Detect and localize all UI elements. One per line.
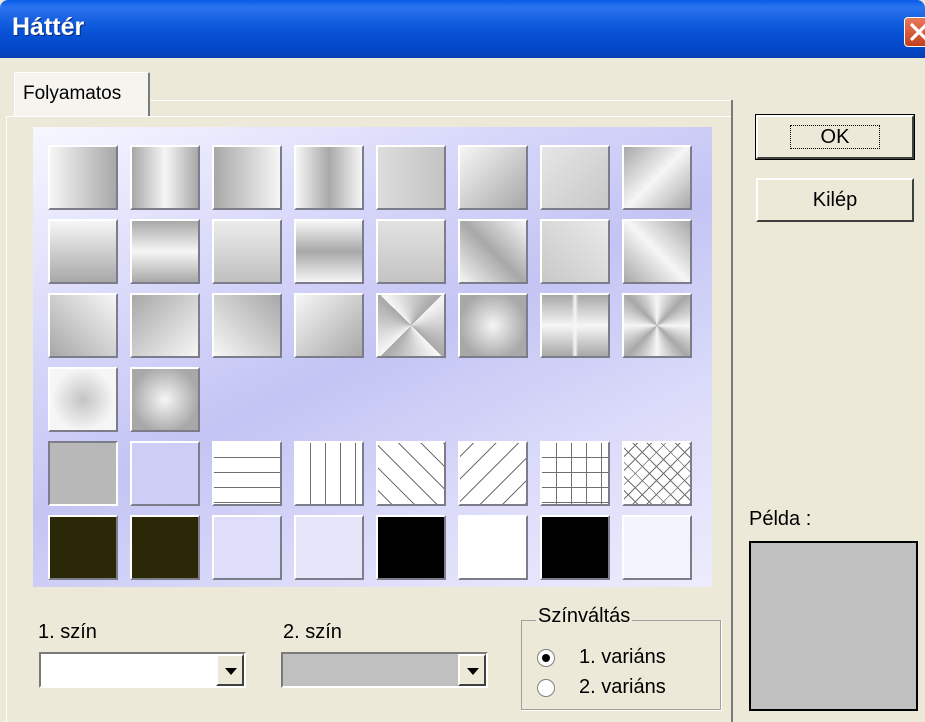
pattern-tile-grid[interactable] [540,441,610,506]
pattern-tile-corner-bl[interactable] [48,293,118,358]
pattern-tile-crosshatch[interactable] [622,441,692,506]
close-button[interactable] [904,17,925,47]
radio-dot [542,654,550,662]
pattern-tile-solid-black[interactable] [376,515,446,580]
close-icon [910,23,925,41]
pattern-tile-solid-lavender-2[interactable] [212,515,282,580]
pattern-tile-corner-tl[interactable] [130,293,200,358]
chevron-down-icon[interactable] [458,654,486,686]
color2-label: 2. szín [283,621,342,643]
pattern-tile-solid-white[interactable] [458,515,528,580]
window-title: Háttér [12,13,85,41]
pattern-tile-grad-h-center[interactable] [130,145,200,210]
variant-1-radio[interactable] [537,649,555,667]
pattern-tile-grad-diag-band[interactable] [622,145,692,210]
pattern-tile-solid-lavender-3[interactable] [294,515,364,580]
cancel-button[interactable]: Kilép [756,178,914,222]
pattern-tile-solid-black-2[interactable] [540,515,610,580]
pattern-tile-solid-whitish[interactable] [622,515,692,580]
pattern-tile-solid-lavender[interactable] [130,441,200,506]
pattern-tile-lines-h[interactable] [212,441,282,506]
tab-panel-edge [731,100,733,722]
tab-folyamatos[interactable]: Folyamatos [14,72,150,116]
pattern-tile-cross[interactable] [540,293,610,358]
pattern-tile-radial-out[interactable] [48,367,118,432]
pattern-tile-grad-h[interactable] [48,145,118,210]
color1-field [41,654,216,686]
color1-label: 1. szín [38,621,97,643]
pattern-tile-grad-diag-rev[interactable] [458,219,528,284]
pattern-tile-grad-diag[interactable] [458,145,528,210]
pattern-tile-grad-v-soft[interactable] [376,219,446,284]
pattern-tile-grad-diag-rev-light[interactable] [540,219,610,284]
variant-2-label: 2. variáns [579,676,666,698]
ok-button[interactable]: OK [755,114,915,160]
chevron-down-icon[interactable] [216,654,244,686]
pattern-tile-solid-olive[interactable] [48,515,118,580]
pattern-tile-solid-gray[interactable] [48,441,118,506]
pattern-tile-grad-v-light[interactable] [212,219,282,284]
pattern-tile-rect-out[interactable] [376,293,446,358]
pattern-tile-grad-h-center-rev[interactable] [294,145,364,210]
preview-label: Példa : [749,508,812,530]
preview-box [749,541,918,711]
pattern-tile-radial-in[interactable] [130,367,200,432]
pattern-tile-grad-h-light[interactable] [376,145,446,210]
ok-button-label: OK [789,125,881,149]
pattern-tile-star[interactable] [622,293,692,358]
pattern-tile-solid-olive-2[interactable] [130,515,200,580]
pattern-tile-lines-diag-b[interactable] [458,441,528,506]
pattern-tile-grad-v-center-rev[interactable] [294,219,364,284]
tab-label: Folyamatos [23,83,122,104]
variant-2-radio[interactable] [537,679,555,697]
pattern-tile-grad-v-center[interactable] [130,219,200,284]
color-variant-title: Színváltás [536,605,633,628]
pattern-tile-grad-diag-rev-band[interactable] [622,219,692,284]
variant-1-label: 1. variáns [579,646,666,668]
pattern-tile-lines-diag-f[interactable] [376,441,446,506]
pattern-tile-corner-br[interactable] [294,293,364,358]
pattern-tile-grad-h-rev[interactable] [212,145,282,210]
pattern-tile-rect-in[interactable] [458,293,528,358]
pattern-tile-grad-v[interactable] [48,219,118,284]
title-bar: Háttér [0,0,925,58]
color2-field [283,654,458,686]
pattern-gallery [33,127,712,587]
pattern-tile-lines-v[interactable] [294,441,364,506]
color1-select[interactable] [39,652,246,688]
color2-select[interactable] [281,652,488,688]
tab-strip-line [150,100,731,101]
pattern-tile-grad-diag-light[interactable] [540,145,610,210]
pattern-tile-corner-tr[interactable] [212,293,282,358]
